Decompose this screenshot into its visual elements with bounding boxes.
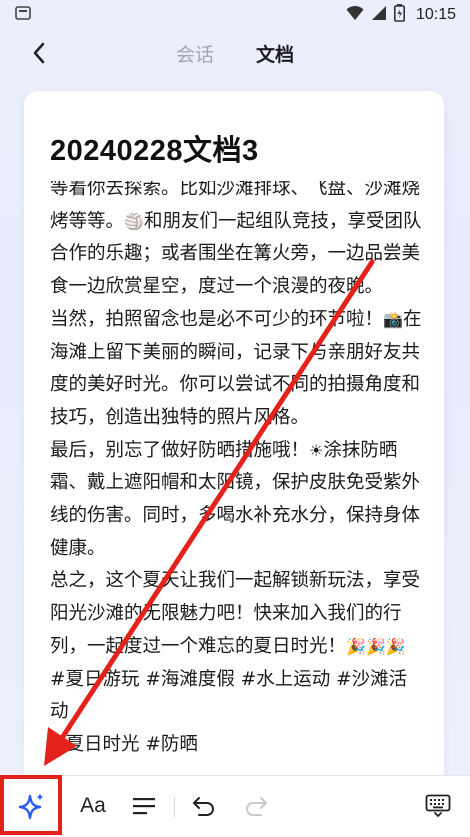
paragraph: 当然，拍照留念也是必不可少的环节啦！📸在海滩上留下美丽的瞬间，记录下与亲朋好友共… [50,308,422,428]
party-icon: 🎉🎉🎉 [346,636,406,656]
document-body[interactable]: 等着你去探索。比如沙滩排球、飞盘、沙滩烧烤等等。🏐和朋友们一起组队竞技，享受团队… [50,181,422,811]
hashtags: #夏日时光 #防晒 [50,733,198,755]
document-title[interactable]: 20240228文档3 [50,127,259,169]
notification-icon [14,4,32,26]
toolbar-divider [174,797,175,817]
tab-conversation[interactable]: 会话 [176,40,214,67]
header: 会话 文档 [0,30,470,76]
paragraph: 总之，这个夏天让我们一起解锁新玩法，享受阳光沙滩的无限魅力吧！快来加入我们的行列… [50,570,421,657]
keyboard-icon [425,794,451,817]
status-bar: 10:15 [0,0,470,30]
camera-icon: 📸 [383,309,403,329]
ai-assistant-button[interactable] [12,786,52,826]
clock: 10:15 [415,6,456,23]
text-align-button[interactable] [128,790,160,822]
paragraph: 最后，别忘了做好防晒措施哦！☀涂抹防晒霜、戴上遮阳帽和太阳镜，保护皮肤免受紫外线… [50,439,421,559]
battery-icon [393,4,405,26]
font-style-button[interactable]: Aa [74,790,112,822]
tab-bar: 会话 文档 [0,30,470,76]
document-card: 20240228文档3 等着你去探索。比如沙滩排球、飞盘、沙滩烧烤等等。🏐和朋友… [24,91,444,811]
hashtags: #夏日游玩 #海滩度假 #水上运动 #沙滩活动 [50,668,408,723]
undo-icon [193,797,214,816]
tab-document[interactable]: 文档 [256,40,294,67]
wifi-icon [346,5,364,25]
paragraph: 等着你去探索。比如沙滩排球、飞盘、沙滩烧烤等等。🏐和朋友们一起组队竞技，享受团队… [50,181,422,298]
redo-button[interactable] [240,790,272,822]
editor-toolbar: Aa [0,775,470,837]
undo-button[interactable] [188,790,220,822]
volleyball-icon: 🏐 [124,211,144,231]
redo-icon [246,797,267,816]
sparkle-icon [18,793,44,820]
signal-icon [371,5,387,25]
document-text: 等着你去探索。比如沙滩排球、飞盘、沙滩烧烤等等。🏐和朋友们一起组队竞技，享受团队… [50,181,422,762]
sun-icon: ☀ [309,440,324,460]
hide-keyboard-button[interactable] [422,790,454,822]
align-left-icon [133,798,155,815]
